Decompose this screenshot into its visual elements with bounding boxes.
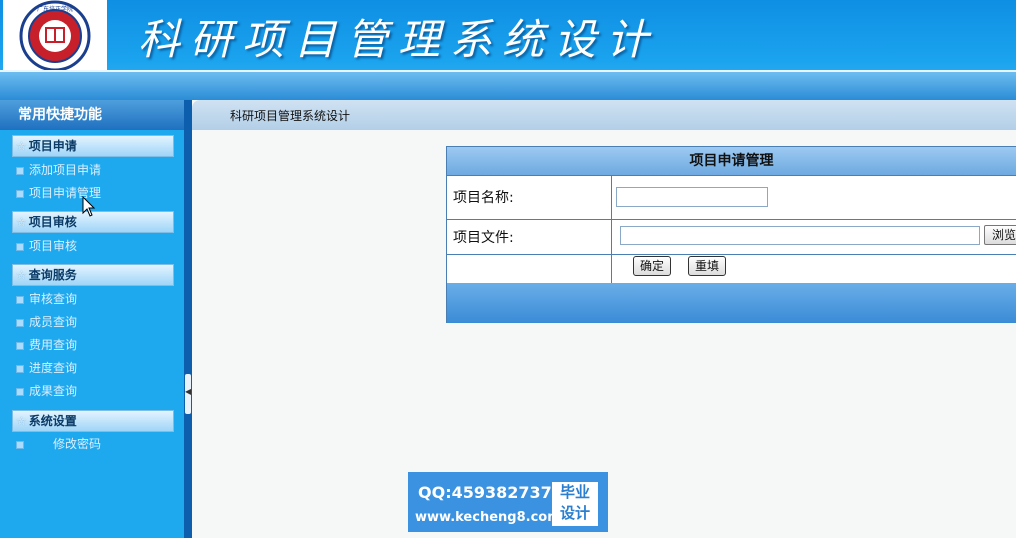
sidebar-item-label: 项目审核 [29,239,78,253]
svg-text:广东培正学院: 广东培正学院 [37,5,73,13]
project-name-label: 项目名称: [453,190,514,206]
watermark-badge-line1: 毕业 [559,483,590,501]
bullet-icon [16,364,24,373]
star-icon: ☆ [16,268,27,282]
section-label: 项目审核 [28,215,77,229]
sidebar-item-label: 进度查询 [29,361,78,375]
watermark-banner: QQ:459382737 www.kecheng8.com 毕业 设计 [408,472,608,532]
watermark-badge-line2: 设计 [559,504,590,522]
sidebar-section-apply[interactable]: ☆ 项目申请 [12,135,174,157]
bullet-icon [16,242,24,251]
project-name-input[interactable] [616,187,768,207]
form-row-name: 项目名称: [447,175,1016,220]
site-title: 科研项目管理系统设计 [138,15,659,64]
sidebar-item-label: 费用查询 [29,338,78,352]
confirm-button[interactable]: 确定 [633,256,671,276]
breadcrumb-text: 科研项目管理系统设计 [230,109,351,123]
header-band [0,72,1016,100]
reset-button[interactable]: 重填 [688,256,726,276]
sidebar-item-result-query[interactable]: 成果查询 [16,382,77,400]
bullet-icon [16,341,24,350]
project-file-input[interactable] [620,226,980,245]
project-application-form: 项目申请管理 项目名称: 项目文件: 浏览 确定 重填 [446,146,1016,323]
bullet-icon [16,387,24,396]
sidebar-item-project-review[interactable]: 项目审核 [16,237,77,255]
collapse-sidebar-handle[interactable]: ◀ [185,374,191,414]
sidebar-item-label: 添加项目申请 [29,163,102,177]
bullet-icon [16,318,24,327]
page-header: 广东培正学院 科研项目管理系统设计 [0,0,1016,100]
section-label: 查询服务 [28,268,77,282]
sidebar-item-label: 审核查询 [29,292,78,306]
college-seal-icon: 广东培正学院 [19,0,91,72]
form-column-divider [611,175,612,283]
star-icon: ☆ [16,414,27,428]
sidebar-item-add-application[interactable]: 添加项目申请 [16,161,101,179]
project-file-label: 项目文件: [453,230,514,246]
sidebar-item-label: 成果查询 [29,384,78,398]
sidebar-section-query[interactable]: ☆ 查询服务 [12,264,174,286]
star-icon: ☆ [16,215,27,229]
star-icon: ☆ [16,139,27,153]
bullet-icon [16,189,24,198]
watermark-url: www.kecheng8.com [415,510,561,525]
sidebar-section-settings[interactable]: ☆ 系统设置 [12,410,174,432]
section-label: 项目申请 [28,139,77,153]
sidebar-item-label: 成员查询 [29,315,78,329]
sidebar-item-progress-query[interactable]: 进度查询 [16,359,77,377]
sidebar-item-cost-query[interactable]: 费用查询 [16,336,77,354]
browse-button[interactable]: 浏览 [984,225,1016,245]
sidebar-item-label: 修改密码 [53,437,102,451]
bullet-icon [16,295,24,304]
form-footer [447,283,1016,323]
college-logo: 广东培正学院 [3,0,107,73]
watermark-qq: QQ:459382737 [418,483,552,502]
mouse-pointer-icon [82,196,96,217]
form-row-actions: 确定 重填 [447,254,1016,283]
sidebar: 常用快捷功能 ☆ 项目申请 添加项目申请 项目申请管理 ☆ 项目审核 项目审核 ☆ 查… [0,100,184,538]
sidebar-item-change-password[interactable]: 修改密码 [16,435,101,453]
sidebar-item-review-query[interactable]: 审核查询 [16,290,77,308]
form-row-file: 项目文件: 浏览 [447,219,1016,255]
breadcrumb: 科研项目管理系统设计 [192,100,1016,130]
bullet-icon [16,440,24,449]
sidebar-item-member-query[interactable]: 成员查询 [16,313,77,331]
sidebar-splitter[interactable]: ◀ [184,100,192,538]
form-title: 项目申请管理 [447,147,1016,176]
section-label: 系统设置 [28,414,77,428]
watermark-badge: 毕业 设计 [552,482,598,526]
sidebar-title: 常用快捷功能 [0,100,184,130]
chevron-left-icon: ◀ [185,387,192,396]
bullet-icon [16,166,24,175]
